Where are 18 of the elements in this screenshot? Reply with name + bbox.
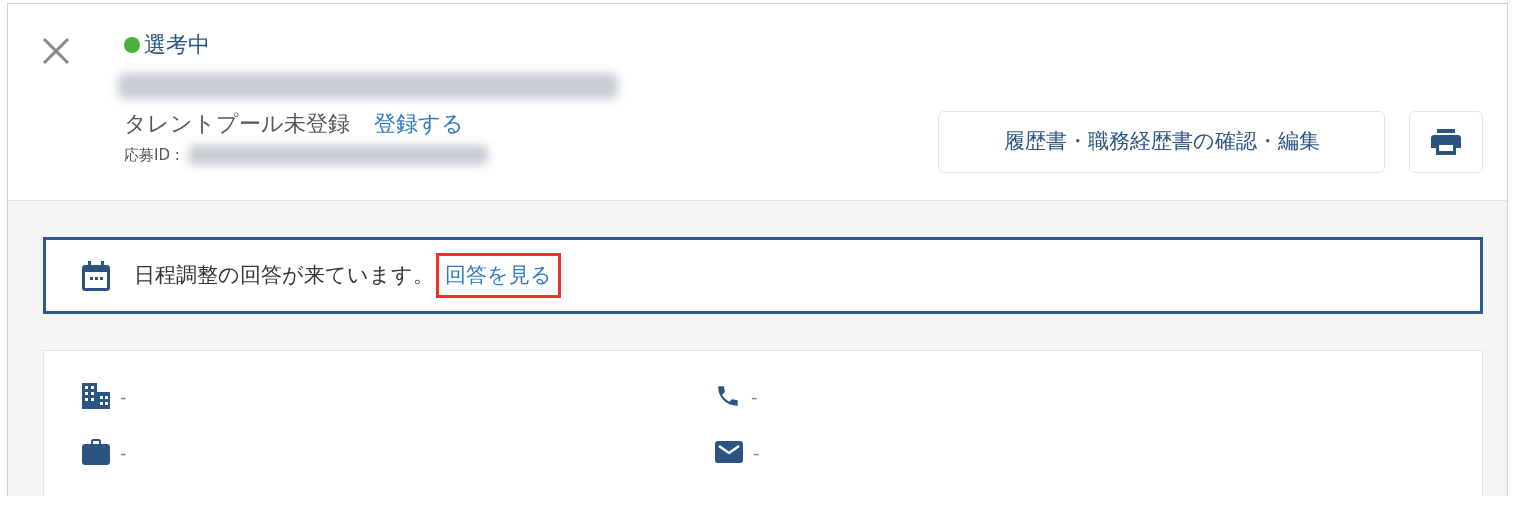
talent-pool-status: タレントプール未登録	[124, 111, 350, 136]
notice-message: 日程調整の回答が来ています。	[134, 261, 434, 289]
view-answer-link[interactable]: 回答を見る	[436, 252, 561, 299]
envelope-icon	[715, 441, 743, 463]
printer-icon	[1431, 129, 1461, 156]
calendar-icon	[82, 260, 110, 291]
phone-icon	[715, 383, 741, 409]
status-label: 選考中	[144, 31, 210, 59]
building-icon	[82, 383, 110, 409]
email-value: -	[753, 440, 760, 465]
briefcase-icon	[82, 439, 110, 465]
job-value: -	[120, 440, 127, 465]
register-link[interactable]: 登録する	[374, 111, 464, 136]
print-button[interactable]	[1409, 111, 1483, 173]
resume-button[interactable]: 履歴書・職務経歴書の確認・編集	[938, 111, 1385, 173]
phone-value: -	[751, 384, 758, 409]
company-value: -	[120, 384, 127, 409]
application-id-label: 応募ID :	[124, 145, 180, 166]
